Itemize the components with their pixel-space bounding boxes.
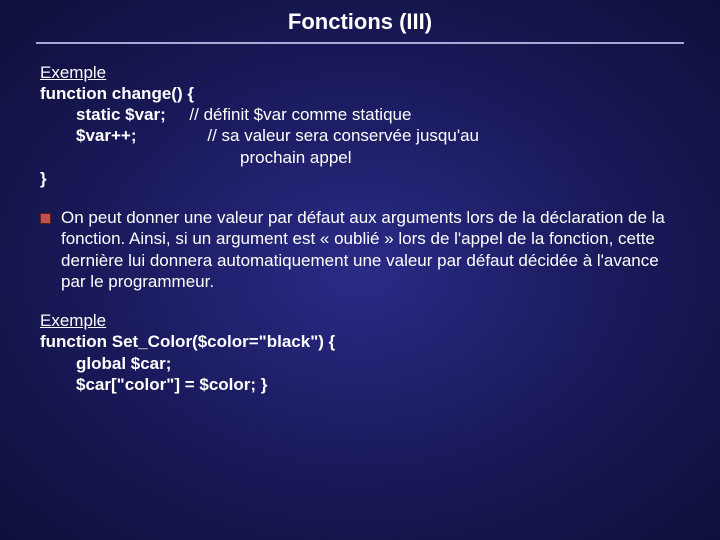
ex2-line1: function Set_Color($color="black") { — [40, 331, 684, 352]
ex1-line1: function change() { — [40, 83, 684, 104]
ex1-l2-code: static $var; — [76, 105, 166, 124]
ex1-l2-comment: // définit $var comme statique — [189, 105, 411, 124]
ex2-l1-str: "black" — [259, 332, 319, 351]
slide-title: Fonctions (III) — [36, 8, 684, 44]
ex1-line5: } — [40, 168, 684, 189]
ex1-line2: static $var; // définit $var comme stati… — [40, 104, 684, 125]
ex1-l3-comment: // sa valeur sera conservée jusqu'au — [207, 126, 479, 145]
ex1-l3-code: $var++; — [76, 126, 137, 145]
bullet-item: On peut donner une valeur par défaut aux… — [40, 207, 684, 292]
ex1-line4: prochain appel — [40, 147, 684, 168]
example-1: Exemple function change() { static $var;… — [40, 62, 684, 190]
ex1-line3: $var++; // sa valeur sera conservée jusq… — [40, 125, 684, 146]
slide: Fonctions (III) Exemple function change(… — [0, 0, 720, 433]
bullet-text: On peut donner une valeur par défaut aux… — [61, 207, 684, 292]
example-label: Exemple — [40, 62, 684, 83]
example-2: Exemple function Set_Color($color="black… — [40, 310, 684, 395]
ex2-line2: global $car; — [40, 353, 684, 374]
ex2-l1-b: ) { — [318, 332, 335, 351]
ex2-line3: $car["color"] = $color; } — [40, 374, 684, 395]
example-label-2: Exemple — [40, 310, 684, 331]
ex2-l1-a: function Set_Color($color — [40, 332, 249, 351]
square-bullet-icon — [40, 213, 51, 224]
ex2-l1-eq: = — [249, 332, 259, 351]
